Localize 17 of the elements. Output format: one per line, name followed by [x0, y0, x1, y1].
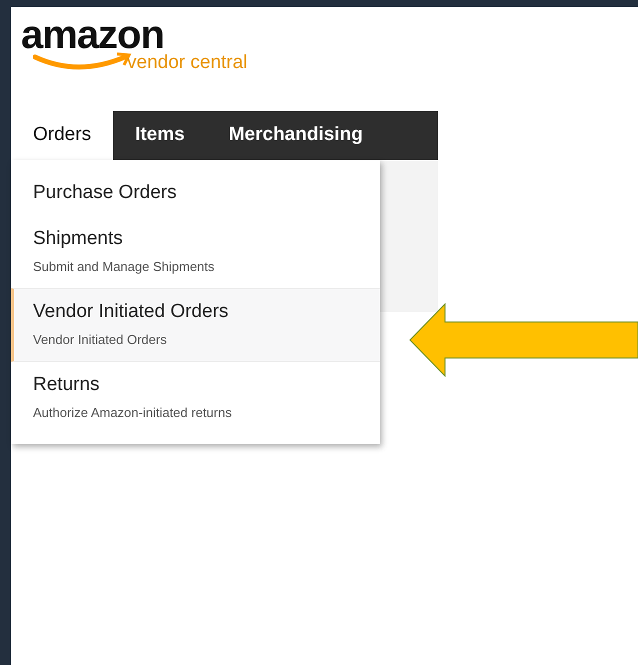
- logo-subtitle: vendor central: [127, 53, 248, 73]
- menu-item-title: Purchase Orders: [33, 181, 178, 205]
- menu-item-subtitle: Vendor Initiated Orders: [33, 331, 168, 349]
- menu-item[interactable]: Shipments Submit and Manage Shipments: [11, 216, 380, 288]
- menu-item-title: Returns: [33, 373, 101, 397]
- menu-item-title: Shipments: [33, 227, 124, 251]
- menu-item[interactable]: Vendor Initiated Orders Vendor Initiated Orders: [11, 288, 380, 362]
- nav-tab[interactable]: Items: [113, 111, 207, 160]
- menu-item-title: Vendor Initiated Orders: [33, 300, 230, 324]
- nav-tab[interactable]: Merchandising: [206, 111, 385, 160]
- menu-item[interactable]: Purchase Orders: [11, 170, 380, 216]
- menu-item[interactable]: Returns Authorize Amazon-initiated returns: [11, 362, 380, 434]
- menu-item-subtitle: Authorize Amazon-initiated returns: [33, 404, 233, 422]
- nav-tab[interactable]: Orders: [11, 111, 114, 160]
- pointer-arrow-icon: [409, 303, 638, 377]
- menu-item-subtitle: Submit and Manage Shipments: [33, 258, 216, 276]
- logo-wordmark: amazon: [21, 15, 164, 55]
